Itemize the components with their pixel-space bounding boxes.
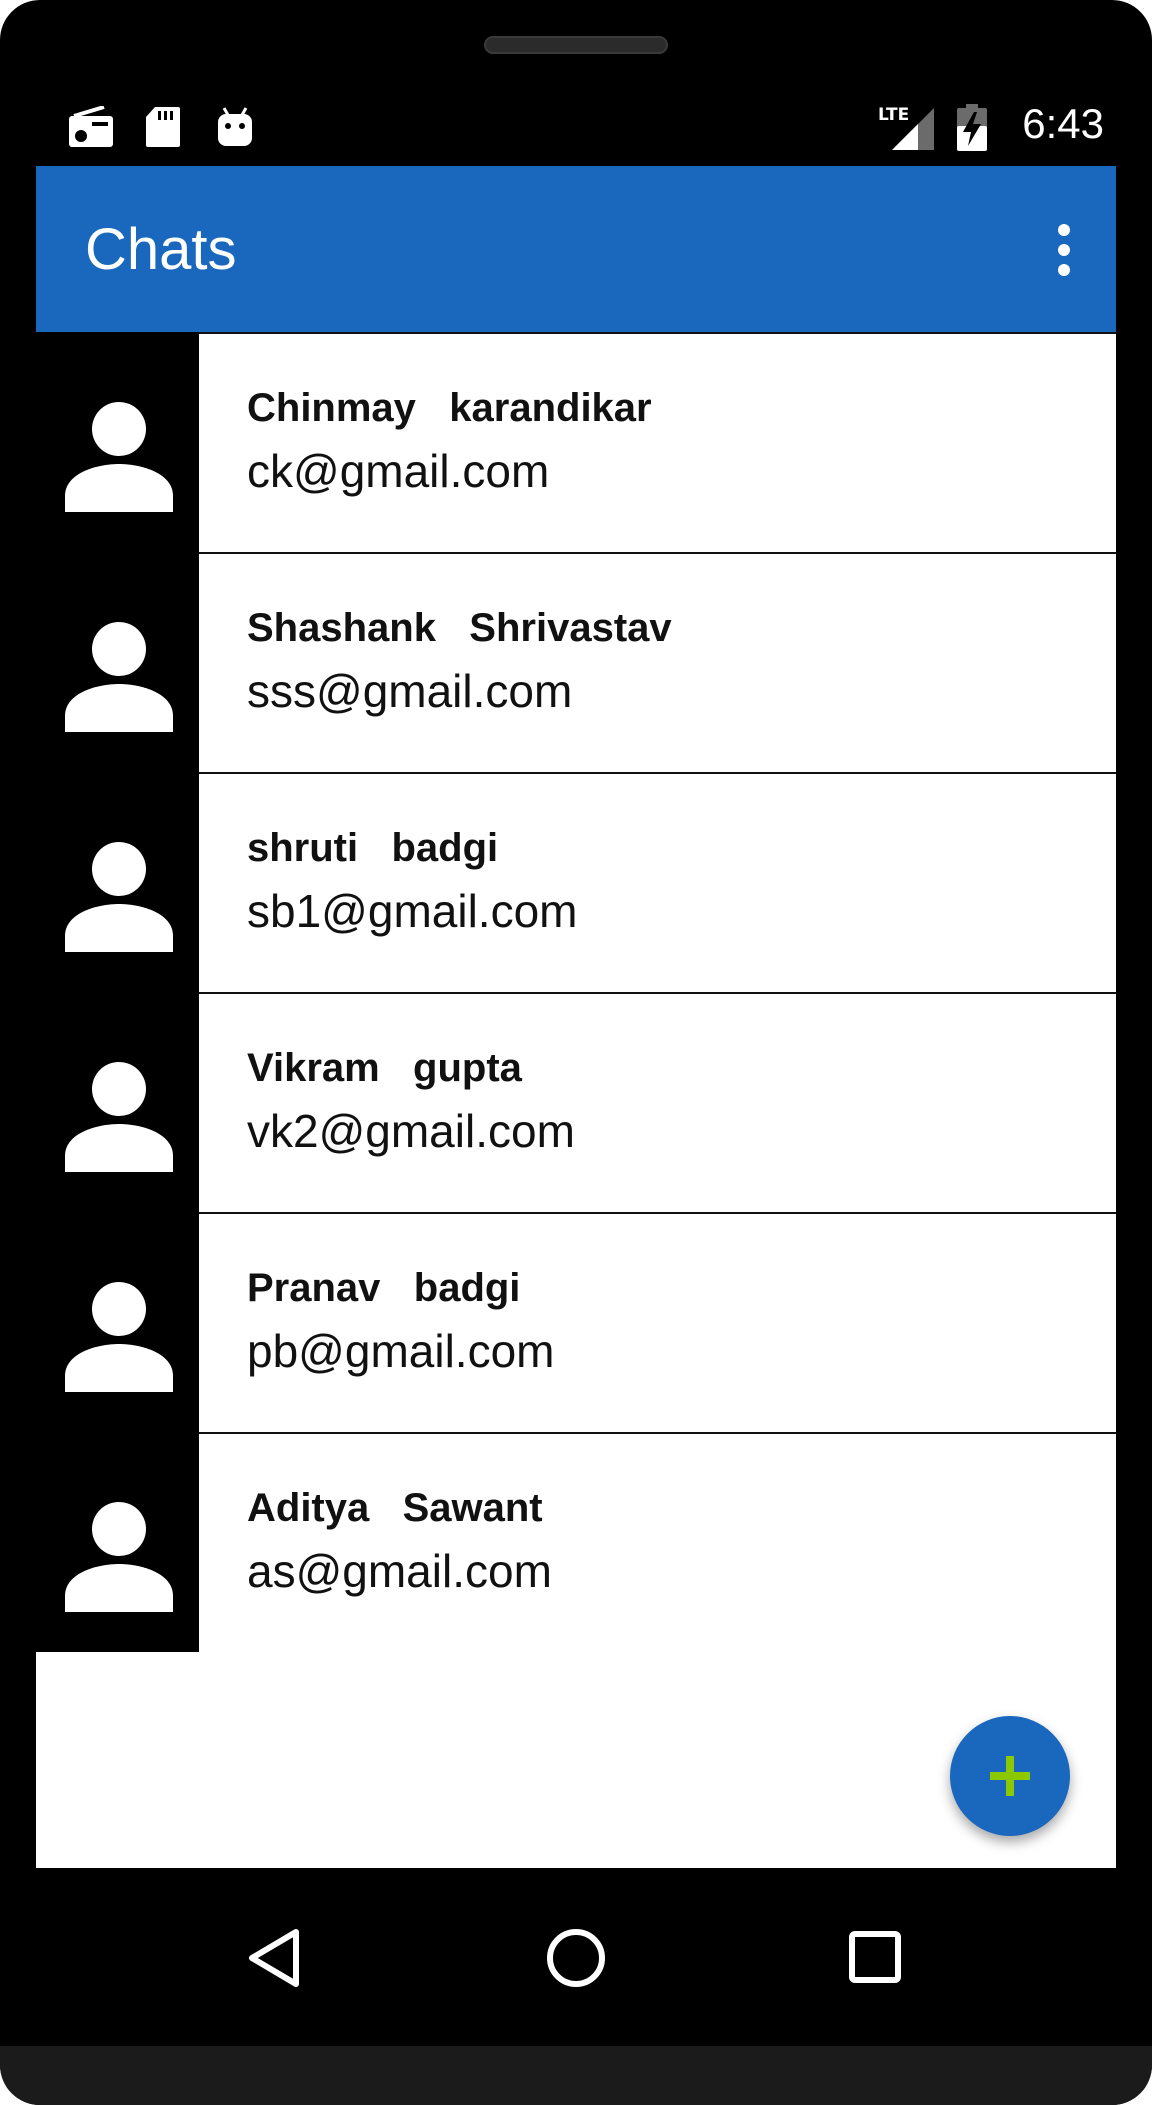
plus-icon <box>990 1756 1030 1796</box>
contact-name: shruti badgi <box>247 826 499 870</box>
sd-card-icon <box>145 106 181 153</box>
home-icon <box>547 1929 605 1987</box>
person-icon <box>65 1502 173 1612</box>
speaker-grille <box>484 36 668 54</box>
chat-list-item-content: shruti badgi sb1@gmail.com <box>199 772 1116 992</box>
radio-icon <box>68 105 114 153</box>
avatar <box>36 772 199 992</box>
add-chat-button[interactable] <box>950 1716 1070 1836</box>
recents-icon <box>849 1931 901 1983</box>
contact-email: ck@gmail.com <box>247 445 550 497</box>
chat-list-item[interactable]: Pranav badgi pb@gmail.com <box>36 1212 1116 1432</box>
person-icon <box>65 1062 173 1172</box>
chat-list-item-content: Vikram gupta vk2@gmail.com <box>199 992 1116 1212</box>
overflow-menu-button[interactable] <box>1052 224 1076 276</box>
chat-list-item[interactable]: shruti badgi sb1@gmail.com <box>36 772 1116 992</box>
phone-frame: LTE 6:43 Chats Chinmay karandikar ck@gma… <box>0 0 1152 2105</box>
contact-name: Chinmay karandikar <box>247 386 652 430</box>
chat-list-item[interactable]: Shashank Shrivastav sss@gmail.com <box>36 552 1116 772</box>
device-chin <box>0 2046 1152 2105</box>
contact-name: Vikram gupta <box>247 1046 522 1090</box>
overflow-menu-dot <box>1058 244 1070 256</box>
page-title: Chats <box>85 217 237 282</box>
contact-name: Aditya Sawant <box>247 1486 543 1530</box>
chat-list-item[interactable]: Vikram gupta vk2@gmail.com <box>36 992 1116 1212</box>
app-screen: Chats Chinmay karandikar ck@gmail.com Shas… <box>36 166 1116 1868</box>
lte-signal-icon: LTE <box>878 104 936 157</box>
overflow-menu-icon <box>1058 224 1070 236</box>
android-icon <box>216 106 254 153</box>
chat-list-item[interactable]: Aditya Sawant as@gmail.com <box>36 1432 1116 1652</box>
person-icon <box>65 402 173 512</box>
battery-charging-icon <box>956 104 988 157</box>
status-time: 6:43 <box>1022 100 1104 147</box>
avatar <box>36 992 199 1212</box>
app-bar: Chats <box>36 166 1116 332</box>
avatar <box>36 552 199 772</box>
person-icon <box>65 842 173 952</box>
avatar <box>36 1212 199 1432</box>
chat-list-item-content: Chinmay karandikar ck@gmail.com <box>199 332 1116 552</box>
contact-name: Shashank Shrivastav <box>247 606 672 650</box>
contact-email: pb@gmail.com <box>247 1325 555 1377</box>
chat-list-item-content: Aditya Sawant as@gmail.com <box>199 1432 1116 1652</box>
status-bar: LTE 6:43 <box>36 96 1116 166</box>
chat-list-item-content: Pranav badgi pb@gmail.com <box>199 1212 1116 1432</box>
avatar <box>36 332 199 552</box>
avatar <box>36 1432 199 1652</box>
back-icon <box>249 1929 299 1987</box>
svg-text:LTE: LTE <box>878 105 909 125</box>
back-button[interactable] <box>236 1918 316 1998</box>
chat-list: Chinmay karandikar ck@gmail.com Shashank S… <box>36 332 1116 1652</box>
overflow-menu-dot <box>1058 264 1070 276</box>
person-icon <box>65 1282 173 1392</box>
home-button[interactable] <box>536 1918 616 1998</box>
recents-button[interactable] <box>836 1918 916 1998</box>
contact-email: sss@gmail.com <box>247 665 573 717</box>
contact-name: Pranav badgi <box>247 1266 521 1310</box>
contact-email: vk2@gmail.com <box>247 1105 575 1157</box>
chat-list-item-content: Shashank Shrivastav sss@gmail.com <box>199 552 1116 772</box>
chat-list-item[interactable]: Chinmay karandikar ck@gmail.com <box>36 332 1116 552</box>
contact-email: as@gmail.com <box>247 1545 552 1597</box>
contact-email: sb1@gmail.com <box>247 885 578 937</box>
person-icon <box>65 622 173 732</box>
navigation-bar <box>0 1868 1152 2046</box>
